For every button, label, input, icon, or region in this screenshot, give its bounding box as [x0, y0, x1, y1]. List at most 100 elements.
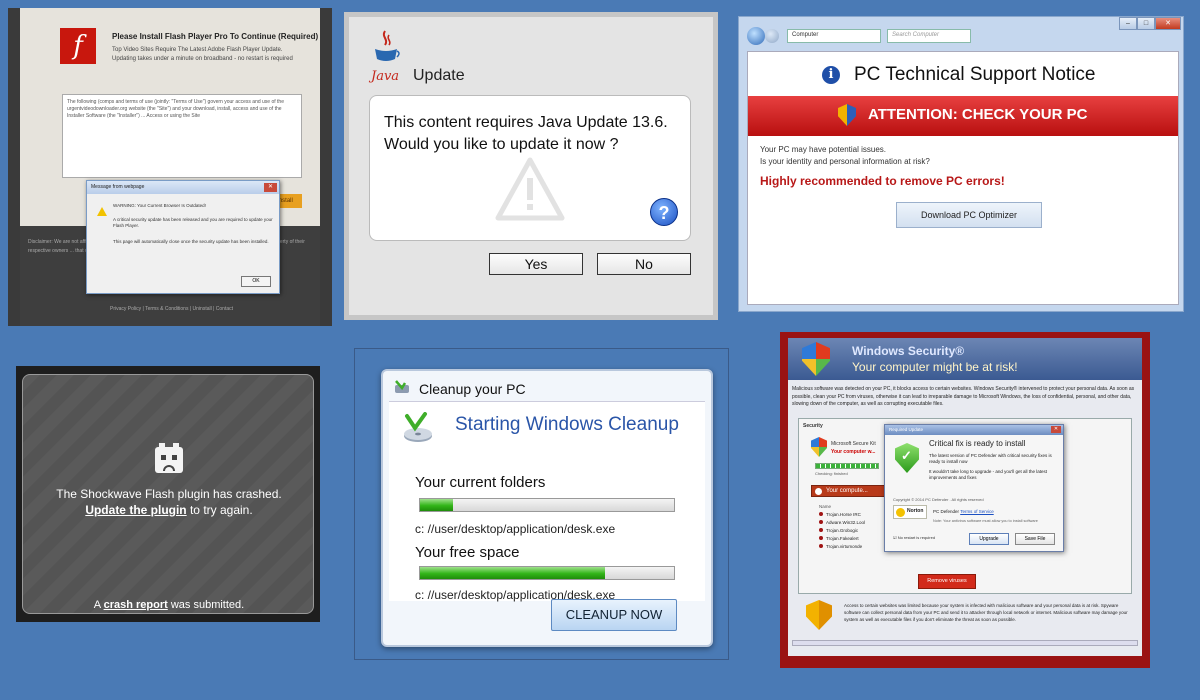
address-bar[interactable]: Computer [787, 29, 881, 43]
folders-label: Your current folders [415, 474, 546, 491]
update-line: Update the plugin to try again. [23, 503, 315, 517]
download-optimizer-button[interactable]: Download PC Optimizer [896, 202, 1042, 228]
folders-progress-fill [420, 499, 454, 511]
shockwave-crash-screenshot: The Shockwave Flash plugin has crashed. … [16, 366, 320, 622]
popup-text-2: It wouldn't take long to upgrade - and y… [929, 469, 1048, 481]
yes-button[interactable]: Yes [489, 253, 583, 275]
small-shield-icon [811, 437, 827, 457]
pc-support-browser-window: Computer Search Computer – □ ✕ i PC Tech… [738, 16, 1184, 312]
dialog-title: Update [413, 67, 465, 84]
attention-text: ATTENTION: CHECK YOUR PC [868, 106, 1088, 123]
dialog-body: A critical security update has been rele… [113, 217, 273, 229]
windows-security-screenshot: Windows Security® Your computer might be… [780, 332, 1150, 668]
dialog-warning: WARNING: Your Current Browser Is Outdate… [113, 203, 206, 208]
message-dialog: Message from webpage ✕ WARNING: Your Cur… [86, 180, 280, 294]
attention-banner: ATTENTION: CHECK YOUR PC [748, 96, 1178, 136]
security-header: Windows Security® Your computer might be… [788, 338, 1142, 380]
kit-label: Microsoft Secure Kit [831, 441, 876, 447]
sad-plugin-icon [155, 443, 183, 473]
flash-page: f Please Install Flash Player Pro To Con… [20, 8, 320, 326]
java-update-dialog: Java Update This content requires Java U… [344, 12, 718, 320]
security-page: Windows Security® Your computer might be… [788, 338, 1142, 656]
no-restart-label: No restart is required [897, 535, 936, 540]
disk-cleanup-icon [404, 412, 432, 442]
cleanup-now-button[interactable]: CLEANUP NOW [551, 599, 677, 631]
flash-title: Please Install Flash Player Pro To Conti… [112, 32, 319, 41]
free-space-label: Your free space [415, 544, 520, 561]
warning-shield-icon [806, 600, 832, 630]
page-content: i PC Technical Support Notice ATTENTION:… [747, 51, 1179, 305]
popup-titlebar: Required Update ✕ [885, 425, 1063, 435]
free-space-progress-bar [419, 566, 675, 580]
no-button[interactable]: No [597, 253, 691, 275]
folders-path: c: //user/desktop/application/desk.exe [415, 522, 616, 536]
page-title: PC Technical Support Notice [854, 64, 1096, 85]
crash-report-link[interactable]: crash report [104, 599, 168, 611]
footer-links[interactable]: Privacy Policy | Terms & Conditions | Un… [110, 306, 233, 312]
copyright: Copyright © 2014 PC Defender . All right… [893, 497, 984, 502]
flash-player-icon: f [60, 28, 96, 64]
shield-icon [838, 104, 856, 126]
alert-icon [815, 488, 822, 495]
free-space-progress-fill [420, 567, 606, 579]
help-icon[interactable]: ? [650, 198, 678, 226]
message-box: This content requires Java Update 13.6. … [369, 95, 691, 241]
remove-viruses-button[interactable]: Remove viruses [918, 574, 976, 589]
maximize-button[interactable]: □ [1137, 17, 1155, 30]
security-intro: Malicious software was detected on your … [792, 386, 1135, 407]
no-restart-checkbox[interactable]: ☑ No restart is required [893, 535, 935, 540]
warning-icon [97, 207, 107, 216]
update-plugin-link[interactable]: Update the plugin [85, 503, 186, 517]
upgrade-button[interactable]: Upgrade [969, 533, 1009, 545]
terms-link[interactable]: Terms of Service [960, 509, 994, 514]
save-file-button[interactable]: Save File [1015, 533, 1055, 545]
bottom-warning-text: Access to certain websites was limited b… [844, 603, 1128, 623]
threat-banner-text: Your compute... [826, 488, 868, 494]
message-line-1: This content requires Java Update 13.6. [384, 114, 668, 131]
close-button[interactable]: ✕ [1155, 17, 1181, 30]
cleanup-pc-screenshot: Cleanup your PC Starting Windows Cleanup… [354, 348, 729, 660]
horizontal-scrollbar[interactable] [792, 640, 1138, 646]
java-logo-text: Java [371, 69, 400, 84]
window-controls: – □ ✕ [1119, 17, 1181, 31]
security-subtitle: Your computer might be at risk! [852, 360, 1018, 374]
scan-progress-bar [815, 463, 879, 469]
back-button[interactable] [747, 27, 765, 45]
crash-report-line: A crash report was submitted. [23, 599, 315, 611]
forward-button[interactable] [765, 29, 779, 43]
popup-title: Required Update [889, 427, 924, 432]
security-title: Windows Security® [852, 344, 965, 358]
security-tab[interactable]: Security [803, 423, 823, 429]
dialog-note: This page will automatically close once … [113, 239, 269, 244]
folders-progress-bar [419, 498, 675, 512]
issue-line-1: Your PC may have potential issues. [760, 145, 886, 154]
minimize-button[interactable]: – [1119, 17, 1137, 30]
flash-subtitle: Top Video Sites Require The Latest Adobe… [112, 46, 322, 64]
dialog-title: Message from webpage [91, 184, 145, 190]
norton-badge: Norton [893, 505, 927, 519]
terms-textbox[interactable]: The following (comps and terms of use (j… [62, 94, 302, 178]
checking-status: Checking: finished [815, 471, 848, 476]
cleanup-body: Starting Windows Cleanup Your current fo… [389, 401, 705, 602]
flash-install-screenshot: f Please Install Flash Player Pro To Con… [8, 8, 332, 326]
close-icon[interactable]: ✕ [264, 183, 277, 192]
search-field[interactable]: Search Computer [887, 29, 971, 43]
windows-shield-icon [802, 342, 830, 376]
ok-button[interactable]: OK [241, 276, 271, 287]
browser-toolbar: Computer Search Computer – □ ✕ [739, 17, 1183, 49]
update-line-suffix: to try again. [186, 503, 253, 517]
warning-triangle-icon [495, 157, 565, 221]
message-line-2: Would you like to update it now ? [384, 135, 619, 153]
plugin-crash-card: The Shockwave Flash plugin has crashed. … [22, 374, 314, 614]
update-message: This content requires Java Update 13.6. … [384, 112, 668, 155]
flash-subtitle-1: Top Video Sites Require The Latest Adobe… [112, 47, 283, 53]
issue-text: Your PC may have potential issues. Is yo… [760, 144, 930, 167]
norton-check-icon [896, 508, 905, 517]
norton-label: Norton [907, 508, 924, 514]
flash-subtitle-2: Updating takes under a minute on broadba… [112, 56, 293, 62]
green-shield-icon [895, 443, 919, 473]
cleanup-window: Cleanup your PC Starting Windows Cleanup… [381, 369, 713, 647]
product-name: PC Defender [933, 509, 960, 514]
close-icon[interactable]: ✕ [1051, 426, 1061, 433]
crash-message: The Shockwave Flash plugin has crashed. [56, 487, 282, 501]
